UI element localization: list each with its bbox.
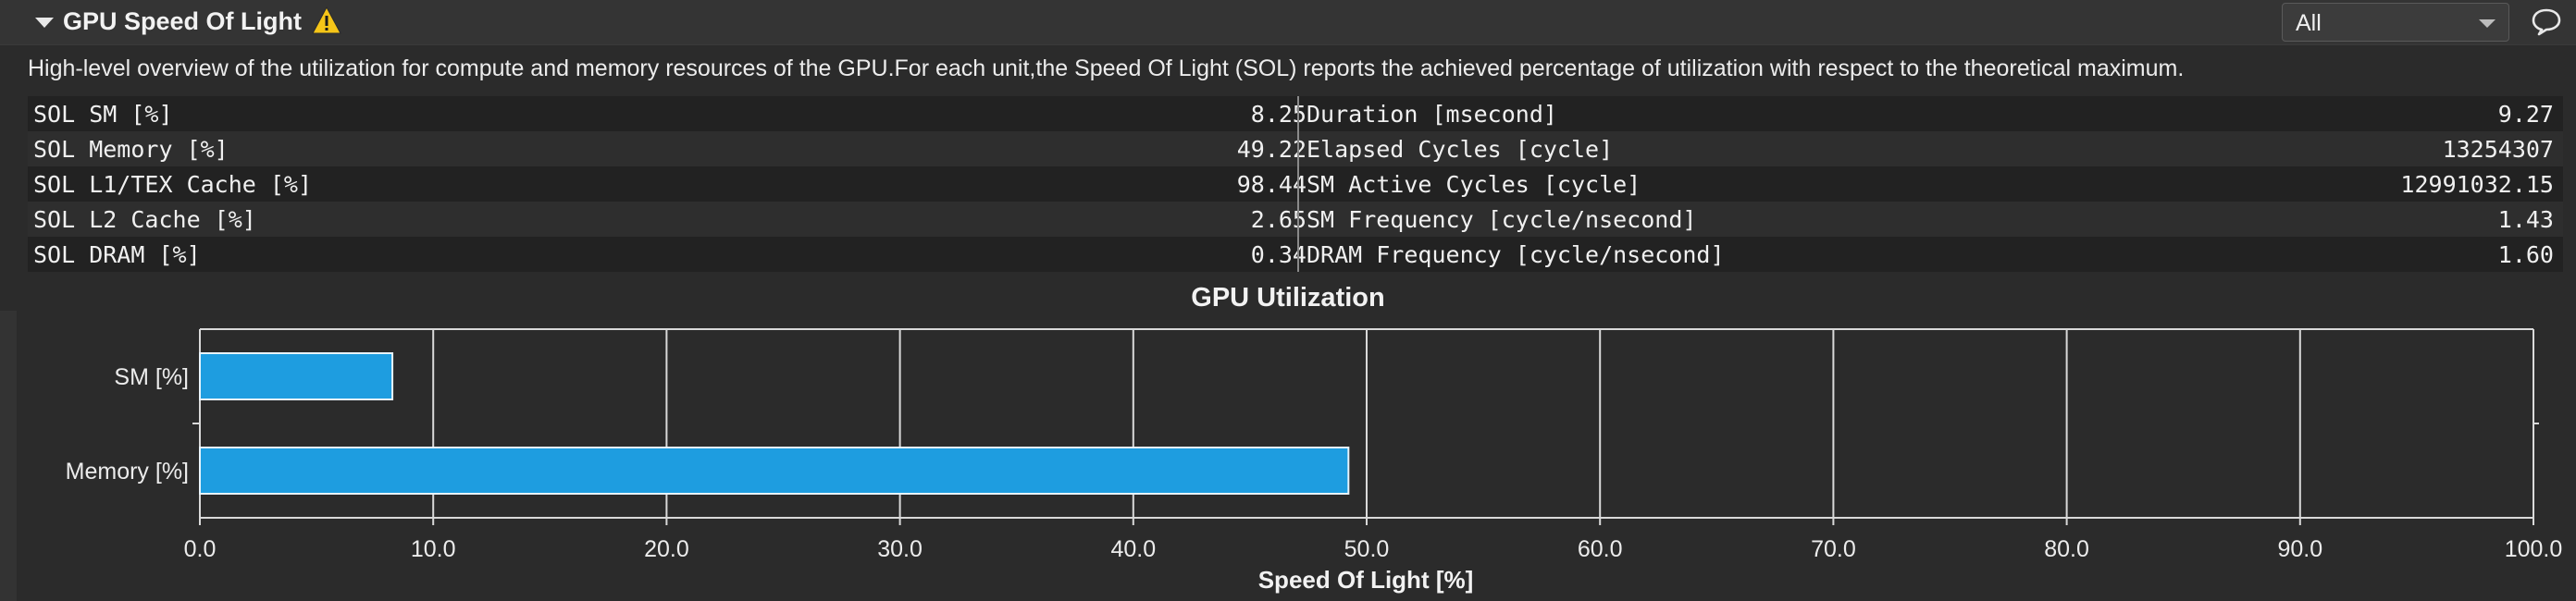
x-tick-label: 0.0 [184,536,217,562]
x-tick-label: 30.0 [877,536,923,562]
gpu-utilization-chart: 0.0 10.0 20.0 30.0 40.0 50.0 60.0 70.0 80.0 90.0 1… [66,328,2563,594]
x-tick-label: 100.0 [2505,536,2563,562]
x-tick-label: 40.0 [1110,536,1156,562]
y-category-label: SM [%] [114,364,189,390]
x-tick-label: 10.0 [411,536,456,562]
x-tick-label: 60.0 [1578,536,1623,562]
bar-sm [199,352,394,400]
x-tick-label: 90.0 [2277,536,2322,562]
y-category-label: Memory [%] [66,459,189,484]
x-axis-label: Speed Of Light [%] [1258,566,1474,594]
bar-memory [199,447,1350,495]
x-tick-label: 80.0 [2044,536,2089,562]
x-tick-label: 70.0 [1811,536,1856,562]
x-tick-label: 20.0 [644,536,689,562]
x-tick-label: 50.0 [1344,536,1390,562]
